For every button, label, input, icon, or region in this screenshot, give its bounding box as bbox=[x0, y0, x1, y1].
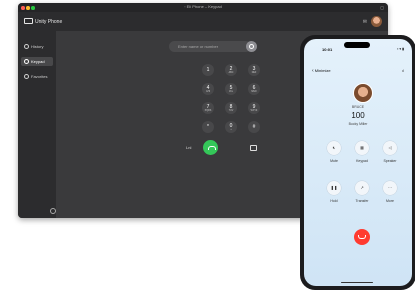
call-button[interactable] bbox=[203, 140, 218, 155]
sidebar-item-history[interactable]: History bbox=[21, 42, 53, 51]
keypad-key-5[interactable]: 5 JKL bbox=[225, 83, 237, 95]
key-letters: TUV bbox=[228, 110, 234, 112]
clock-icon bbox=[24, 43, 29, 49]
mute-icon: 🔇︎ bbox=[332, 145, 336, 150]
key-digit: 1 bbox=[206, 66, 210, 73]
app-logo-icon bbox=[24, 18, 33, 24]
key-letters: + bbox=[230, 129, 232, 131]
key-digit: 0 bbox=[229, 123, 233, 129]
key-digit: 3 bbox=[252, 66, 256, 72]
key-letters: WXYZ bbox=[250, 110, 258, 112]
heart-icon bbox=[24, 73, 29, 79]
status-time: 10:01 bbox=[322, 47, 333, 52]
key-digit: # bbox=[252, 123, 256, 130]
hold-icon: ❚❚ bbox=[330, 185, 338, 190]
search-input[interactable]: Enter name or number bbox=[169, 41, 251, 52]
speaker-icon: ◁ bbox=[388, 145, 392, 150]
hold-label: Hold bbox=[330, 199, 338, 203]
key-letters: JKL bbox=[229, 91, 233, 93]
speaker-label: Speaker bbox=[383, 159, 397, 163]
key-digit: 6 bbox=[252, 85, 256, 91]
keypad-icon bbox=[24, 58, 29, 64]
minimize-button[interactable]: ‹ Minimize bbox=[312, 68, 331, 74]
app-brand: Unity Phone bbox=[24, 18, 62, 25]
key-letters: DEF bbox=[251, 72, 257, 74]
sidebar-item-favorites[interactable]: Favorites bbox=[21, 72, 53, 81]
key-letters: GHI bbox=[205, 91, 211, 93]
keypad-icon: ▦ bbox=[360, 145, 364, 150]
keypad-key-1[interactable]: 1 bbox=[202, 64, 214, 76]
home-indicator bbox=[341, 281, 373, 283]
phone-icon bbox=[207, 146, 216, 150]
mute-label: Mute bbox=[330, 159, 338, 163]
keypad-key-8[interactable]: 8 TUV bbox=[225, 102, 237, 114]
key-digit: * bbox=[207, 123, 209, 130]
keypad-key-2[interactable]: 2 ABC bbox=[225, 64, 237, 76]
chevron-left-icon: ‹ bbox=[312, 68, 314, 74]
hold-button[interactable]: ❚❚ bbox=[327, 181, 341, 195]
keypad-key-0[interactable]: 0 + bbox=[225, 121, 237, 133]
key-digit: 2 bbox=[229, 66, 233, 72]
keypad-key-9[interactable]: 9 WXYZ bbox=[248, 102, 260, 114]
keypad-key-star[interactable]: * bbox=[202, 121, 214, 133]
transfer-icon: ↗ bbox=[360, 185, 364, 190]
key-letters: ABC bbox=[228, 72, 234, 74]
key-digit: 8 bbox=[229, 104, 233, 110]
transfer-button[interactable]: ↗ bbox=[355, 181, 369, 195]
key-digit: 9 bbox=[252, 104, 256, 110]
caller-number: 100 bbox=[351, 111, 365, 120]
keypad-key-7[interactable]: 7 PQRS bbox=[202, 102, 214, 114]
sidebar-item-label: Favorites bbox=[31, 74, 48, 79]
key-letters: MNO bbox=[251, 91, 257, 93]
signal-icon: ıl bbox=[402, 68, 404, 73]
phone-screen: 10:01 ▪ ▾ ▮ ‹ Minimize ıl BRUCE 100 Buck… bbox=[304, 39, 412, 286]
settings-icon[interactable] bbox=[50, 208, 56, 214]
window-titlebar: ◦ Eli Phone – Keypad ▢ bbox=[18, 3, 388, 12]
user-avatar[interactable] bbox=[371, 16, 382, 27]
hangup-icon bbox=[358, 235, 366, 239]
key-letters: PQRS bbox=[204, 110, 212, 112]
sidebar-item-label: Keypad bbox=[31, 59, 45, 64]
caller-name: BRUCE bbox=[351, 105, 365, 109]
app-name: Unity Phone bbox=[35, 19, 63, 25]
keypad-button[interactable]: ▦ bbox=[355, 141, 369, 155]
keypad-key-4[interactable]: 4 GHI bbox=[202, 83, 214, 95]
caller-company: Bucky Miller bbox=[348, 122, 368, 126]
key-digit: 5 bbox=[229, 85, 233, 91]
sidebar: History Keypad Favorites bbox=[18, 31, 56, 218]
keypad-key-3[interactable]: 3 DEF bbox=[248, 64, 260, 76]
keypad-key-hash[interactable]: # bbox=[248, 121, 260, 133]
caller-avatar bbox=[353, 83, 373, 103]
more-icon: ⋯ bbox=[388, 185, 392, 190]
more-label: More bbox=[386, 199, 394, 203]
keypad-label: Keypad bbox=[356, 159, 368, 163]
app-header: Unity Phone ✉ bbox=[18, 12, 388, 31]
backspace-icon[interactable] bbox=[250, 145, 257, 151]
speaker-button[interactable]: ◁ bbox=[383, 141, 397, 155]
transfer-label: Transfer bbox=[355, 199, 369, 203]
key-digit: 4 bbox=[206, 85, 210, 91]
mute-button[interactable]: 🔇︎ bbox=[327, 141, 341, 155]
end-call-button[interactable] bbox=[354, 229, 370, 245]
line-select-button[interactable]: Lnl bbox=[186, 145, 191, 150]
sidebar-item-label: History bbox=[31, 44, 44, 49]
minimize-label: Minimize bbox=[314, 68, 331, 73]
dynamic-island bbox=[344, 42, 370, 48]
keypad-key-6[interactable]: 6 MNO bbox=[248, 83, 260, 95]
notifications-icon[interactable]: ✉ bbox=[363, 19, 367, 25]
status-icons: ▪ ▾ ▮ bbox=[397, 47, 404, 51]
mobile-phone: 10:01 ▪ ▾ ▮ ‹ Minimize ıl BRUCE 100 Buck… bbox=[300, 35, 415, 290]
search-icon[interactable] bbox=[246, 41, 257, 52]
window-title: ◦ Eli Phone – Keypad bbox=[184, 4, 222, 9]
window-menu-icon[interactable]: ▢ bbox=[380, 5, 384, 10]
more-button[interactable]: ⋯ bbox=[383, 181, 397, 195]
sidebar-item-keypad[interactable]: Keypad bbox=[21, 57, 53, 66]
key-digit: 7 bbox=[206, 104, 210, 110]
